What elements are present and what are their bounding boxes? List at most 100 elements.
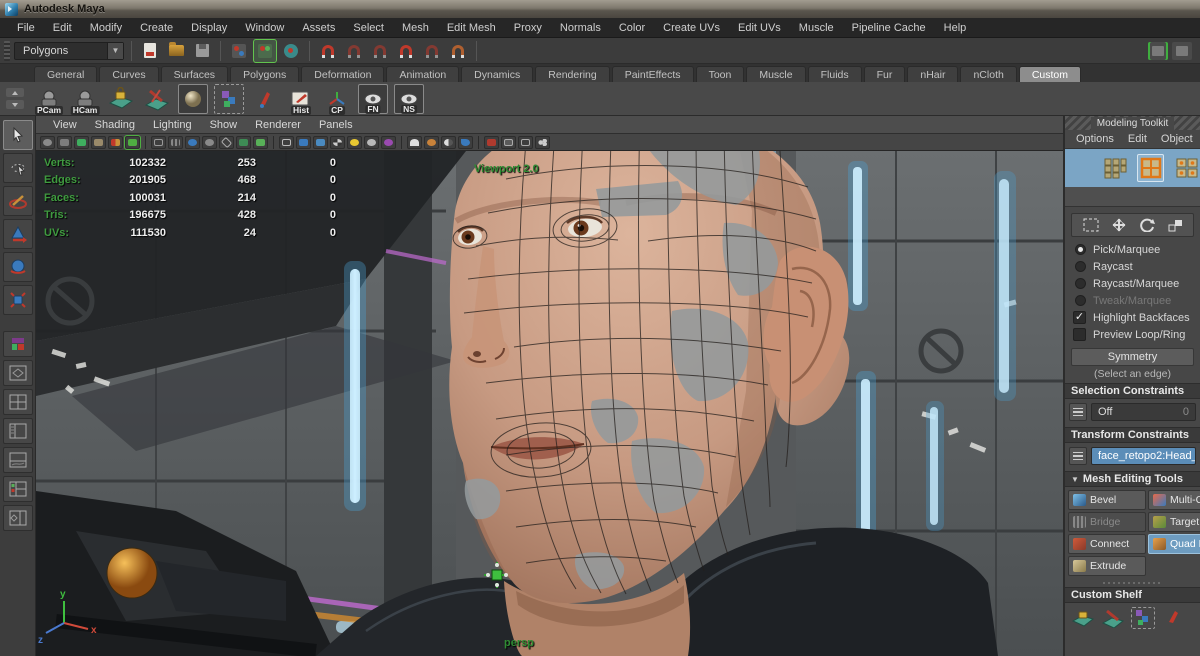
shelf-scroll-up-icon[interactable] — [6, 88, 24, 97]
multi-cut-button[interactable]: Multi-Cu — [1148, 490, 1200, 510]
use-default-lighting-icon[interactable] — [347, 136, 362, 149]
layout-persp-graph-button[interactable] — [3, 447, 33, 473]
sculpt-shelf-icon[interactable] — [1101, 607, 1125, 629]
snap-to-curve-button[interactable] — [343, 40, 365, 62]
symmetry-button[interactable]: Symmetry — [1071, 348, 1194, 366]
input-output-connections-icon[interactable] — [1172, 42, 1192, 60]
xray-icon[interactable] — [501, 136, 516, 149]
resolution-gate-icon[interactable] — [168, 136, 183, 149]
fn-shelf-button[interactable]: FN — [358, 84, 388, 114]
toolkit-checkbox[interactable]: Highlight Backfaces — [1065, 309, 1200, 326]
menu-item[interactable]: Normals — [551, 18, 610, 38]
bridge-button[interactable]: Bridge — [1068, 512, 1146, 532]
extrude-button[interactable]: Extrude — [1068, 556, 1146, 576]
menu-item[interactable]: Help — [935, 18, 976, 38]
field-chart-icon[interactable] — [202, 136, 217, 149]
exposure-icon[interactable] — [518, 136, 533, 149]
safe-title-icon[interactable] — [236, 136, 251, 149]
last-tool-button[interactable] — [3, 331, 33, 357]
mesh-editing-tools-header[interactable]: ▼Mesh Editing Tools — [1065, 471, 1200, 487]
menu-item[interactable]: Assets — [293, 18, 344, 38]
shelf-tab[interactable]: Curves — [99, 66, 158, 82]
edge-mode-button[interactable] — [1137, 154, 1164, 182]
gate-mask-icon[interactable] — [185, 136, 200, 149]
scale-tool-button[interactable] — [3, 285, 33, 315]
transform-constraint-field[interactable]: face_retopo2:Head_only1:Me — [1091, 447, 1196, 465]
move-icon[interactable] — [1111, 218, 1127, 232]
shelf-tab[interactable]: Deformation — [301, 66, 384, 82]
toolkit-menu-item[interactable]: Options — [1069, 133, 1121, 145]
shelf-tab[interactable]: General — [34, 66, 97, 82]
pick-mode-option[interactable]: Pick/Marquee — [1065, 241, 1200, 258]
pick-mode-option[interactable]: Raycast/Marquee — [1065, 275, 1200, 292]
shelf-tab[interactable]: Custom — [1019, 66, 1081, 82]
menu-item[interactable]: Proxy — [505, 18, 551, 38]
marquee-select-icon[interactable] — [1083, 218, 1099, 232]
toolkit-checkbox[interactable]: Preview Loop/Ring — [1065, 326, 1200, 343]
shelf-tab[interactable]: Toon — [696, 66, 745, 82]
isolate-select-icon[interactable] — [484, 136, 499, 149]
layout-uv-editor-button[interactable] — [3, 505, 33, 531]
select-component-mode-button[interactable] — [280, 40, 302, 62]
shelf-tab[interactable]: PaintEffects — [612, 66, 694, 82]
title-bar[interactable]: Autodesk Maya — [0, 0, 1200, 18]
menu-item[interactable]: Pipeline Cache — [843, 18, 935, 38]
lasso-tool-button[interactable] — [3, 153, 33, 183]
save-scene-button[interactable] — [191, 40, 213, 62]
multisample-icon[interactable] — [458, 136, 473, 149]
cp-shelf-button[interactable]: CP — [322, 84, 352, 114]
select-camera-icon[interactable] — [40, 136, 55, 149]
constraint-list-icon[interactable] — [1069, 403, 1087, 421]
panel-title-bar[interactable]: Modeling Toolkit — [1065, 116, 1200, 130]
layout-persp-outliner-button[interactable] — [3, 418, 33, 444]
shelf-tab[interactable]: Muscle — [746, 66, 805, 82]
toolkit-menu-item[interactable]: Object — [1154, 133, 1200, 145]
wireframe-icon[interactable] — [279, 136, 294, 149]
bookmark-icon[interactable] — [91, 136, 106, 149]
share-icon[interactable] — [535, 136, 550, 149]
ns-shelf-button[interactable]: NS — [394, 84, 424, 114]
menu-item[interactable]: Create UVs — [654, 18, 729, 38]
menu-item[interactable]: Create — [131, 18, 182, 38]
shelf-scroll-down-icon[interactable] — [6, 100, 24, 109]
highlight-selection-mode-icon[interactable] — [1148, 42, 1168, 60]
menu-item[interactable]: Edit — [44, 18, 81, 38]
motion-blur-icon[interactable] — [441, 136, 456, 149]
grease-pencil-icon[interactable] — [125, 136, 140, 149]
snap-to-view-plane-button[interactable] — [421, 40, 443, 62]
rotate-tool-button[interactable] — [3, 252, 33, 282]
connect-button[interactable]: Connect — [1068, 534, 1146, 554]
selection-constraint-dropdown[interactable]: Off 0 — [1091, 403, 1196, 421]
layout-single-pane-button[interactable] — [3, 360, 33, 386]
menu-item[interactable]: Edit UVs — [729, 18, 790, 38]
select-object-mode-button[interactable] — [254, 40, 276, 62]
viewport-menu-item[interactable]: Shading — [86, 119, 144, 131]
hcam-shelf-button[interactable]: HCam — [70, 84, 100, 114]
vertex-mode-button[interactable] — [1101, 154, 1128, 182]
checker-material-icon[interactable] — [330, 136, 345, 149]
viewport-scene[interactable]: y x z Verts: 102332 253 0 Edges: — [36, 151, 1063, 656]
open-scene-button[interactable] — [165, 40, 187, 62]
bevel-button[interactable]: Bevel — [1068, 490, 1146, 510]
make-live-shelf-icon[interactable] — [1071, 607, 1095, 629]
shelf-tab[interactable]: Polygons — [230, 66, 299, 82]
pcam-shelf-button[interactable]: PCam — [34, 84, 64, 114]
menu-item[interactable]: File — [8, 18, 44, 38]
face-mode-button[interactable] — [1173, 154, 1200, 182]
viewport-menu-item[interactable]: Renderer — [246, 119, 310, 131]
target-weld-button[interactable]: Target W — [1148, 512, 1200, 532]
viewport-menu-item[interactable]: View — [44, 119, 86, 131]
snap-to-grid-button[interactable] — [317, 40, 339, 62]
menu-item[interactable]: Modify — [81, 18, 131, 38]
shelf-scroll-buttons[interactable] — [6, 88, 24, 109]
shadows-icon[interactable] — [407, 136, 422, 149]
marker-shelf-icon[interactable] — [1161, 607, 1185, 629]
menu-item[interactable]: Edit Mesh — [438, 18, 505, 38]
snap-to-point-button[interactable] — [369, 40, 391, 62]
sphere-primitive-shelf-button[interactable] — [178, 84, 208, 114]
shelf-tab[interactable]: Dynamics — [461, 66, 533, 82]
use-selected-lights-icon[interactable] — [381, 136, 396, 149]
pick-mode-option[interactable]: Tweak/Marquee — [1065, 292, 1200, 309]
use-all-lights-icon[interactable] — [364, 136, 379, 149]
perspective-viewport-panel[interactable]: ViewShadingLightingShowRendererPanels — [36, 116, 1063, 656]
